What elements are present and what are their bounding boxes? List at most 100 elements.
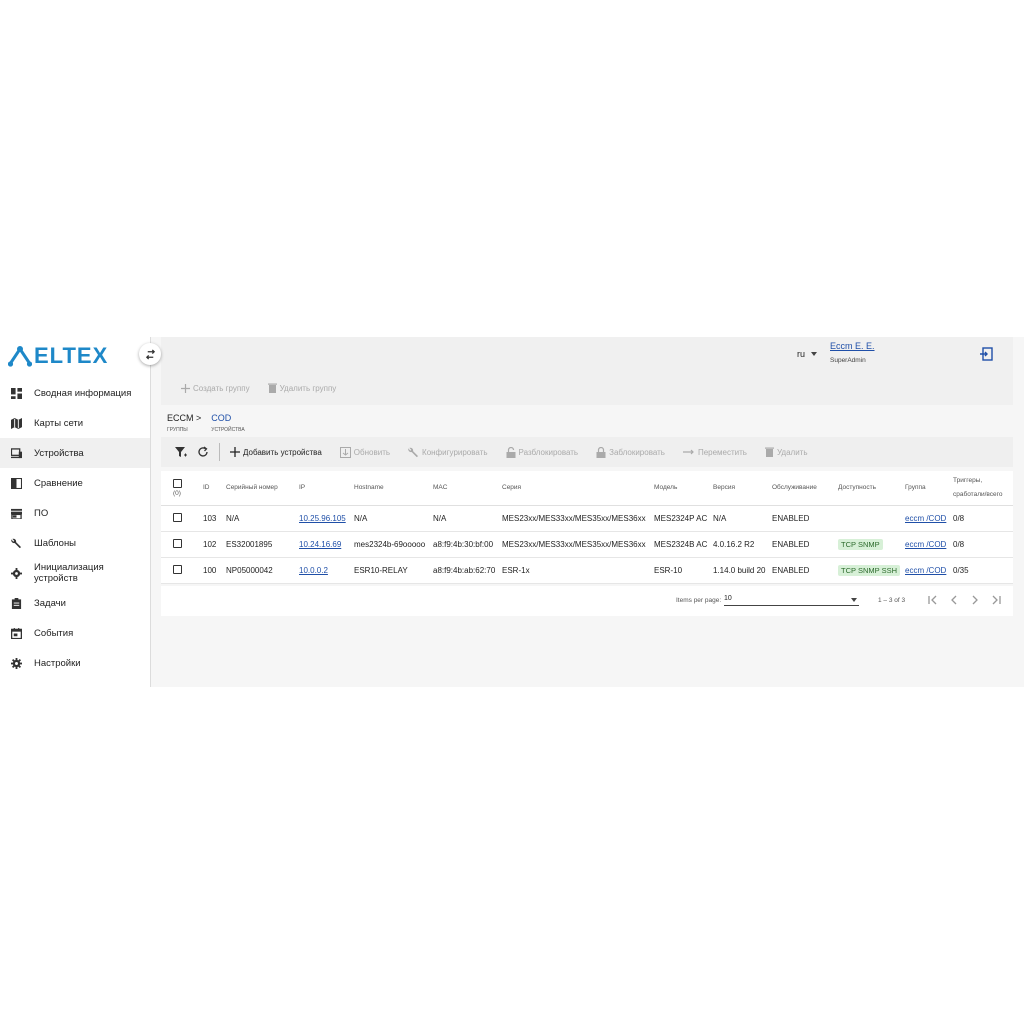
- add-devices-button[interactable]: Добавить устройства: [230, 447, 322, 457]
- column-header-version[interactable]: Версия: [711, 471, 770, 506]
- logout-icon[interactable]: [979, 347, 993, 361]
- select-all-checkbox[interactable]: [173, 478, 182, 488]
- items-per-page-select[interactable]: 10: [724, 592, 859, 606]
- swap-arrows-icon: [145, 348, 155, 360]
- refresh-icon[interactable]: [197, 446, 209, 458]
- delete-group-button[interactable]: Удалить группу: [267, 383, 337, 393]
- move-button[interactable]: Переместить: [682, 448, 747, 457]
- paginator: Items per page: 10 1 – 3 of 3: [161, 586, 1013, 616]
- language-select[interactable]: ru: [797, 349, 818, 359]
- group-link[interactable]: eccm /COD: [905, 540, 946, 549]
- row-checkbox[interactable]: [173, 538, 182, 548]
- column-header-model[interactable]: Модель: [652, 471, 711, 506]
- cell-group: eccm /COD: [903, 531, 951, 558]
- filter-add-icon[interactable]: [175, 446, 187, 458]
- sidebar-item-device-init[interactable]: Инициализация устройств: [0, 558, 150, 588]
- row-select-cell: [161, 557, 201, 584]
- cell-ip: 10.0.0.2: [297, 557, 352, 584]
- cell-version: 1.14.0 build 20: [711, 557, 770, 584]
- prev-page-icon[interactable]: [948, 594, 960, 606]
- selected-count: (0): [173, 489, 181, 497]
- settings-icon: [11, 657, 22, 669]
- ip-link[interactable]: 10.25.96.105: [299, 514, 346, 523]
- refresh-devices-button[interactable]: Обновить: [339, 446, 390, 458]
- breadcrumb-current-sub: устройства: [211, 427, 245, 433]
- delete-devices-button[interactable]: Удалить: [764, 447, 808, 457]
- sidebar-item-events[interactable]: События: [0, 618, 150, 648]
- row-select-cell: [161, 505, 201, 532]
- create-group-button[interactable]: Создать группу: [181, 383, 250, 393]
- table-row[interactable]: 100 NP05000042 10.0.0.2 ESR10-RELAY a8:f…: [161, 557, 1013, 584]
- first-page-icon[interactable]: [927, 594, 939, 606]
- group-link[interactable]: eccm /COD: [905, 514, 946, 523]
- sidebar-item-tasks[interactable]: Задачи: [0, 588, 150, 618]
- group-actions: Создать группу Удалить группу: [181, 383, 336, 393]
- breadcrumb: ECCM > группы COD устройства: [167, 413, 245, 433]
- chevron-down-icon: [851, 598, 857, 602]
- sidebar-item-network-maps[interactable]: Карты сети: [0, 408, 150, 438]
- table-row[interactable]: 103 N/A 10.25.96.105 N/A N/A MES23xx/MES…: [161, 505, 1013, 532]
- group-link[interactable]: eccm /COD: [905, 566, 946, 575]
- ip-link[interactable]: 10.24.16.69: [299, 540, 341, 549]
- download-icon: [339, 446, 351, 458]
- sidebar-item-label: Карты сети: [34, 417, 84, 429]
- select-all-cell: (0): [161, 471, 201, 506]
- sidebar-item-settings[interactable]: Настройки: [0, 648, 150, 678]
- column-header-group[interactable]: Группа: [903, 471, 951, 506]
- trash-icon: [267, 383, 277, 393]
- unlock-button[interactable]: Разблокировать: [506, 446, 579, 458]
- sidebar-item-label: Шаблоны: [34, 537, 77, 549]
- cell-version: N/A: [711, 505, 770, 532]
- cell-mac: N/A: [431, 505, 500, 532]
- eltex-logo[interactable]: ELTEX: [8, 343, 108, 369]
- breadcrumb-root[interactable]: ECCM > группы: [167, 413, 201, 433]
- next-page-icon[interactable]: [969, 594, 981, 606]
- sidebar: ELTEX Сводная информация Карты сети Устр…: [0, 337, 151, 687]
- row-checkbox[interactable]: [173, 564, 182, 574]
- user-role: SuperAdmin: [830, 357, 866, 364]
- availability-badge: TCP SNMP: [838, 538, 883, 550]
- logo-text: ELTEX: [34, 343, 109, 368]
- row-checkbox[interactable]: [173, 512, 182, 522]
- breadcrumb-current-label: COD: [211, 413, 232, 423]
- last-page-icon[interactable]: [990, 594, 1002, 606]
- column-header-availability[interactable]: Доступность: [836, 471, 903, 506]
- user-name-link[interactable]: Eccm E. E.: [830, 341, 875, 351]
- cell-mac: a8:f9:4b:30:bf:00: [431, 531, 500, 558]
- chevron-down-icon: [811, 352, 818, 356]
- ip-link[interactable]: 10.0.0.2: [299, 566, 328, 575]
- lock-button[interactable]: Заблокировать: [596, 446, 665, 458]
- cell-ip: 10.24.16.69: [297, 531, 352, 558]
- configure-button[interactable]: Конфигурировать: [408, 447, 488, 458]
- main-content: ru Eccm E. E. SuperAdmin Создать группу …: [151, 337, 1024, 687]
- column-header-ip[interactable]: IP: [297, 471, 352, 506]
- dashboard-icon: [11, 387, 22, 399]
- cell-service: ENABLED: [770, 505, 836, 532]
- sidebar-item-dashboard[interactable]: Сводная информация: [0, 378, 150, 408]
- sidebar-item-compare[interactable]: Сравнение: [0, 468, 150, 498]
- sidebar-item-software[interactable]: ПО: [0, 498, 150, 528]
- unlock-label: Разблокировать: [518, 447, 579, 457]
- column-header-mac[interactable]: MAC: [431, 471, 500, 506]
- column-header-id[interactable]: ID: [201, 471, 224, 506]
- cell-triggers: 0/35: [951, 557, 1013, 584]
- sidebar-item-label: Настройки: [34, 657, 81, 669]
- column-header-service[interactable]: Обслуживание: [770, 471, 836, 506]
- delete-group-label: Удалить группу: [279, 383, 337, 393]
- language-value: ru: [797, 349, 806, 359]
- cell-availability: TCP SNMP SSH: [836, 557, 903, 584]
- map-icon: [11, 417, 22, 429]
- table-row[interactable]: 102 ES32001895 10.24.16.69 mes2324b-69oo…: [161, 531, 1013, 558]
- sidebar-item-devices[interactable]: Устройства: [0, 438, 150, 468]
- column-header-triggers[interactable]: Триггеры, сработали/всего: [951, 471, 1013, 506]
- sidebar-item-templates[interactable]: Шаблоны: [0, 528, 150, 558]
- device-toolbar: Добавить устройства Обновить Конфигуриро…: [161, 437, 1013, 467]
- column-header-serial[interactable]: Серийный номер: [224, 471, 297, 506]
- availability-badge: TCP SNMP SSH: [838, 564, 900, 576]
- column-header-hostname[interactable]: Hostname: [352, 471, 431, 506]
- breadcrumb-current[interactable]: COD устройства: [211, 413, 244, 433]
- sidebar-toggle-button[interactable]: [139, 343, 161, 365]
- sidebar-item-label: Сводная информация: [34, 387, 132, 399]
- column-header-series[interactable]: Серия: [500, 471, 652, 506]
- wrench-icon: [408, 447, 419, 457]
